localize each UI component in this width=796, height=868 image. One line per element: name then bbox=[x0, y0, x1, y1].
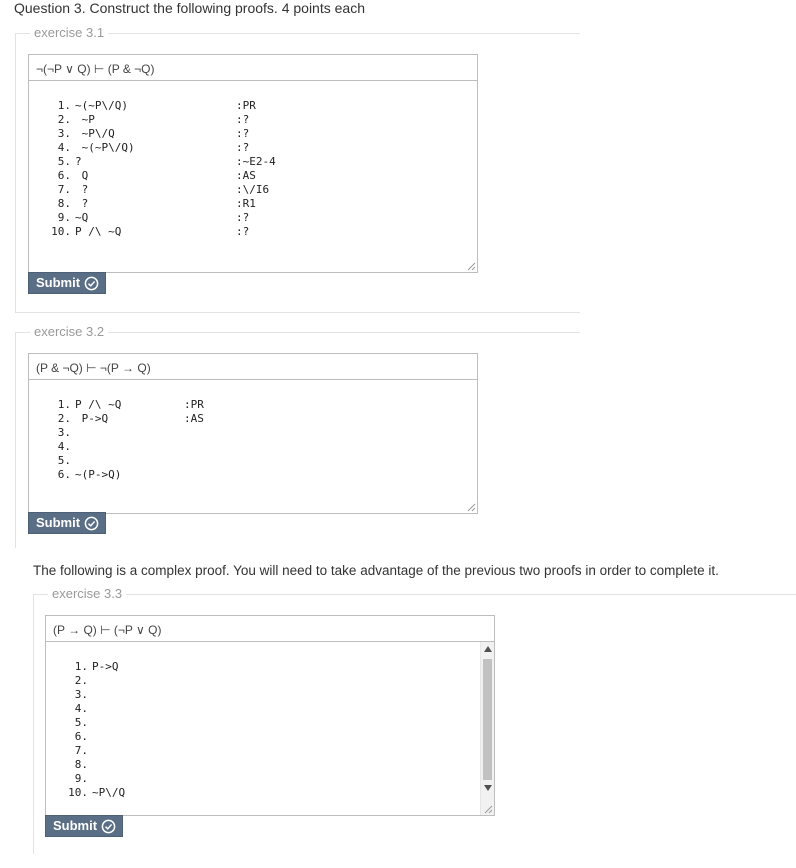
proof-line-number: 6. bbox=[57, 169, 71, 182]
exercise-3-1-legend: exercise 3.1 bbox=[30, 25, 109, 40]
proof-line-number: 7. bbox=[74, 744, 88, 757]
check-circle-icon bbox=[101, 819, 116, 833]
proof-line-number: 2. bbox=[57, 412, 71, 425]
proof-line-number: 5. bbox=[74, 716, 88, 729]
proof-line-justification: :? bbox=[236, 113, 250, 126]
proof-line-number: 5. bbox=[57, 155, 71, 168]
check-circle-icon bbox=[84, 276, 99, 290]
proof-line-number: 5. bbox=[57, 454, 71, 467]
proof-line-expression: ? bbox=[75, 155, 82, 168]
exercise-3-3-statement: (P → Q) ⊢ (¬P ∨ Q) bbox=[45, 615, 495, 642]
proof-line-justification: :AS bbox=[236, 169, 256, 182]
proof-line-number: 1. bbox=[57, 398, 71, 411]
proof-line-expression: ~(~P\/Q) bbox=[75, 141, 135, 154]
submit-label: Submit bbox=[36, 515, 81, 530]
proof-line-expression: P /\ ~Q bbox=[75, 398, 122, 411]
exercise-3-2-proof-textarea[interactable]: 1. P /\ ~Q :PR 2. P->Q :AS 3. 4. 5. 6. ~(P->Q) bbox=[28, 379, 478, 514]
arrow-down-icon[interactable] bbox=[481, 781, 494, 795]
proof-line-expression: ~P\/Q bbox=[92, 786, 126, 799]
exercise-3-2-legend: exercise 3.2 bbox=[30, 324, 109, 339]
proof-line-number: 3. bbox=[57, 426, 71, 439]
proof-line-justification: :~E2-4 bbox=[236, 155, 276, 168]
proof-line-number: 9. bbox=[57, 211, 71, 224]
proof-line-number: 1. bbox=[57, 99, 71, 112]
question-title: Question 3. Construct the following proo… bbox=[14, 0, 365, 16]
resize-grip-icon[interactable] bbox=[483, 804, 493, 814]
proof-line-number: 7. bbox=[57, 183, 71, 196]
proof-line-number: 10. bbox=[68, 786, 88, 799]
proof-line-justification: :AS bbox=[184, 412, 204, 425]
submit-label: Submit bbox=[53, 818, 98, 833]
exercise-3-1-proof-textarea[interactable]: 1. ~(~P\/Q) :PR 2. ~P:? 3. ~P\/Q:? 4. ~(~P\/Q… bbox=[28, 80, 478, 273]
proof-line-number: 6. bbox=[74, 730, 88, 743]
proof-line-justification: :R1 bbox=[236, 197, 256, 210]
proof-line-expression: ~(P->Q) bbox=[75, 468, 122, 481]
vertical-scrollbar[interactable] bbox=[480, 642, 494, 815]
resize-grip-icon[interactable] bbox=[466, 502, 476, 512]
proof-line-number: 4. bbox=[57, 440, 71, 453]
proof-line-expression: P /\ ~Q bbox=[75, 225, 122, 238]
proof-line-number: 2. bbox=[74, 674, 88, 687]
proof-line-number: 3. bbox=[74, 688, 88, 701]
exercise-3-2-submit-button[interactable]: Submit bbox=[28, 512, 107, 534]
proof-line-number: 3. bbox=[57, 127, 71, 140]
proof-line-justification: :? bbox=[236, 127, 250, 140]
exercise-3-1-statement: ¬(¬P ∨ Q) ⊢ (P & ¬Q) bbox=[28, 54, 478, 81]
proof-line-number: 4. bbox=[57, 141, 71, 154]
proof-line-expression: Q bbox=[75, 169, 89, 182]
exercise-3-1-submit-button[interactable]: Submit bbox=[28, 272, 107, 294]
check-circle-icon bbox=[84, 516, 99, 530]
proof-line-number: 2. bbox=[57, 113, 71, 126]
proof-line-justification: :\/I6 bbox=[236, 183, 270, 196]
proof-line-number: 9. bbox=[74, 772, 88, 785]
arrow-up-icon[interactable] bbox=[481, 642, 494, 656]
proof-line-justification: :? bbox=[236, 225, 250, 238]
proof-line-expression: ~P bbox=[75, 113, 95, 126]
proof-line-justification: :PR bbox=[184, 398, 204, 411]
proof-line-justification: :? bbox=[236, 141, 250, 154]
instruction-text: The following is a complex proof. You wi… bbox=[33, 563, 719, 578]
proof-line-justification: :PR bbox=[236, 99, 256, 112]
resize-grip-icon[interactable] bbox=[466, 261, 476, 271]
proof-line-number: 1. bbox=[74, 660, 88, 673]
exercise-3-3-submit-button[interactable]: Submit bbox=[45, 815, 124, 837]
proof-line-expression: ~P\/Q bbox=[75, 127, 115, 140]
proof-line-number: 4. bbox=[74, 702, 88, 715]
proof-line-number: 6. bbox=[57, 468, 71, 481]
proof-line-expression: ~Q bbox=[75, 211, 89, 224]
proof-line-expression: ~(~P\/Q) bbox=[75, 99, 128, 112]
proof-line-number: 10. bbox=[51, 225, 71, 238]
proof-line-expression: P->Q bbox=[75, 412, 109, 425]
proof-line-number: 8. bbox=[57, 197, 71, 210]
exercise-3-2-statement: (P & ¬Q) ⊢ ¬(P → Q) bbox=[28, 353, 478, 380]
exercise-3-3-legend: exercise 3.3 bbox=[48, 586, 127, 601]
proof-line-number: 8. bbox=[74, 758, 88, 771]
proof-line-expression: ? bbox=[75, 197, 89, 210]
scrollbar-thumb[interactable] bbox=[483, 659, 492, 780]
proof-line-expression: ? bbox=[75, 183, 89, 196]
proof-line-justification: :? bbox=[236, 211, 250, 224]
submit-label: Submit bbox=[36, 275, 81, 290]
proof-line-expression: P->Q bbox=[92, 660, 119, 673]
exercise-3-3-proof-textarea[interactable]: 1. P->Q 2. 3. 4. 5. 6. 7. 8. 9. 10. ~P\/Q bbox=[45, 641, 495, 816]
